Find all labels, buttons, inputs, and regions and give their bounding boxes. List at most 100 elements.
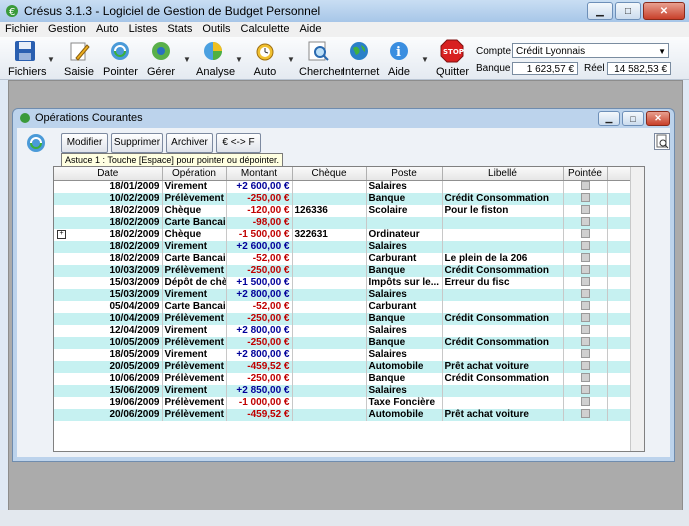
- cell-pointee[interactable]: [563, 385, 608, 397]
- cell-pointee[interactable]: [563, 349, 608, 361]
- cell-pointee[interactable]: [563, 265, 608, 277]
- chercher-button[interactable]: Chercher: [299, 39, 344, 78]
- maximize-button[interactable]: □: [615, 2, 641, 20]
- pointee-checkbox[interactable]: [580, 193, 590, 202]
- cell-pointee[interactable]: [563, 301, 608, 313]
- compte-select[interactable]: Crédit Lyonnais ▼: [512, 43, 669, 58]
- table-row[interactable]: 15/06/2009 Virement +2 850,00 € Salaires: [54, 385, 644, 397]
- cell-pointee[interactable]: [563, 337, 608, 349]
- archiver-button[interactable]: Archiver: [166, 133, 213, 153]
- pointee-checkbox[interactable]: [580, 181, 590, 190]
- auto-dropdown-icon[interactable]: ▼: [287, 55, 295, 64]
- cell-pointee[interactable]: [563, 313, 608, 325]
- pointee-checkbox[interactable]: [580, 349, 590, 358]
- menu-stats[interactable]: Stats: [162, 22, 197, 37]
- pointee-checkbox[interactable]: [580, 409, 590, 418]
- gerer-dropdown-icon[interactable]: ▼: [183, 55, 191, 64]
- minimize-button[interactable]: ▁: [587, 2, 613, 20]
- cell-pointee[interactable]: [563, 325, 608, 337]
- table-row[interactable]: 15/03/2009Dépôt de chèque+1 500,00 € Impô…: [54, 277, 644, 289]
- table-row[interactable]: 10/06/2009 Prélèvement -250,00 € Banque Créd…: [54, 373, 644, 385]
- col-poste-header[interactable]: Poste: [366, 167, 443, 181]
- pointee-checkbox[interactable]: [580, 289, 590, 298]
- vertical-scrollbar[interactable]: [630, 167, 644, 451]
- aide-button[interactable]: i Aide: [386, 39, 412, 78]
- pointee-checkbox[interactable]: [580, 241, 590, 250]
- pointee-checkbox[interactable]: [580, 217, 590, 226]
- table-row[interactable]: 15/03/2009 Virement +2 800,00 € Salaires: [54, 289, 644, 301]
- supprimer-button[interactable]: Supprimer: [111, 133, 163, 153]
- table-row[interactable]: 10/03/2009 Prélèvement -250,00 € Banque Créd…: [54, 265, 644, 277]
- col-montant-header[interactable]: Montant: [226, 167, 293, 181]
- pointee-checkbox[interactable]: [580, 337, 590, 346]
- col-cheque-header[interactable]: Chèque: [292, 167, 367, 181]
- col-pointee-header[interactable]: Pointée: [563, 167, 608, 181]
- child-minimize-button[interactable]: ▁: [598, 111, 620, 126]
- pointer-button[interactable]: Pointer: [103, 39, 138, 78]
- cell-pointee[interactable]: [563, 205, 608, 217]
- child-maximize-button[interactable]: □: [622, 111, 644, 126]
- cell-pointee[interactable]: [563, 289, 608, 301]
- cell-pointee[interactable]: [563, 277, 608, 289]
- col-date-header[interactable]: Date: [54, 167, 163, 181]
- table-row[interactable]: 10/02/2009 Prélèvement -250,00 € Banque Créd…: [54, 193, 644, 205]
- cell-pointee[interactable]: [563, 180, 608, 193]
- table-row[interactable]: 18/02/2009 Chèque -120,00 €126336 Scolaire P…: [54, 205, 644, 217]
- modifier-button[interactable]: Modifier: [61, 133, 108, 153]
- pointee-checkbox[interactable]: [580, 361, 590, 370]
- table-row[interactable]: 18/05/2009 Virement +2 800,00 € Salaires: [54, 349, 644, 361]
- expand-icon[interactable]: +: [57, 230, 66, 239]
- cell-pointee[interactable]: [563, 193, 608, 205]
- fichiers-dropdown-icon[interactable]: ▼: [47, 55, 55, 64]
- cell-pointee[interactable]: [563, 397, 608, 409]
- table-row[interactable]: 20/06/2009 Prélèvement -459,52 € Automobile…: [54, 409, 644, 421]
- table-row[interactable]: 18/02/2009 Chèque -1 500,00 €322631 Ordinat…: [54, 229, 644, 241]
- table-row[interactable]: 10/05/2009 Prélèvement -250,00 € Banque Créd…: [54, 337, 644, 349]
- pointee-checkbox[interactable]: [580, 205, 590, 214]
- saisie-button[interactable]: Saisie: [64, 39, 94, 78]
- cell-pointee[interactable]: [563, 253, 608, 265]
- menu-outils[interactable]: Outils: [197, 22, 235, 37]
- menu-aide[interactable]: Aide: [294, 22, 326, 37]
- analyse-dropdown-icon[interactable]: ▼: [235, 55, 243, 64]
- table-row[interactable]: 18/02/2009Carte Bancaire-98,00 €: [54, 217, 644, 229]
- euro-franc-button[interactable]: € <-> F: [216, 133, 261, 153]
- table-row[interactable]: 10/04/2009 Prélèvement -250,00 € Banque Créd…: [54, 313, 644, 325]
- internet-button[interactable]: Internet: [342, 39, 379, 78]
- pointee-checkbox[interactable]: [580, 397, 590, 406]
- cell-pointee[interactable]: [563, 229, 608, 241]
- pointee-checkbox[interactable]: [580, 325, 590, 334]
- pointee-checkbox[interactable]: [580, 253, 590, 262]
- menu-auto[interactable]: Auto: [91, 22, 124, 37]
- pointee-checkbox[interactable]: [580, 277, 590, 286]
- print-preview-icon[interactable]: [654, 133, 670, 150]
- menu-calculette[interactable]: Calculette: [236, 22, 295, 37]
- pointee-checkbox[interactable]: [580, 313, 590, 322]
- pointee-checkbox[interactable]: [580, 385, 590, 394]
- cell-pointee[interactable]: [563, 373, 608, 385]
- table-row[interactable]: 18/01/2009 Virement +2 600,00 € Salaires: [54, 180, 644, 193]
- col-libelle-header[interactable]: Libellé: [442, 167, 564, 181]
- cell-pointee[interactable]: [563, 217, 608, 229]
- pointee-checkbox[interactable]: [580, 373, 590, 382]
- table-row[interactable]: 05/04/2009Carte Bancaire-52,00 € Carburan…: [54, 301, 644, 313]
- fichiers-button[interactable]: Fichiers: [8, 39, 47, 78]
- close-button[interactable]: ✕: [643, 2, 685, 20]
- table-row[interactable]: 12/04/2009 Virement +2 800,00 € Salaires: [54, 325, 644, 337]
- cell-pointee[interactable]: [563, 409, 608, 421]
- menu-gestion[interactable]: Gestion: [43, 22, 91, 37]
- table-row[interactable]: 18/02/2009Carte Bancaire-52,00 € Carburan…: [54, 253, 644, 265]
- pointee-checkbox[interactable]: [580, 301, 590, 310]
- table-row[interactable]: 19/06/2009 Prélèvement -1 000,00 € Taxe Fon…: [54, 397, 644, 409]
- analyse-button[interactable]: Analyse: [196, 39, 235, 78]
- aide-dropdown-icon[interactable]: ▼: [421, 55, 429, 64]
- table-row[interactable]: 20/05/2009 Prélèvement -459,52 € Automobile…: [54, 361, 644, 373]
- table-row[interactable]: 18/02/2009 Virement +2 600,00 € Salaires: [54, 241, 644, 253]
- col-operation-header[interactable]: Opération: [162, 167, 227, 181]
- pointee-checkbox[interactable]: [580, 229, 590, 238]
- menu-fichier[interactable]: Fichier: [0, 22, 43, 37]
- cell-pointee[interactable]: [563, 361, 608, 373]
- auto-button[interactable]: Auto: [252, 39, 278, 78]
- pointee-checkbox[interactable]: [580, 265, 590, 274]
- gerer-button[interactable]: Gérer: [146, 39, 176, 78]
